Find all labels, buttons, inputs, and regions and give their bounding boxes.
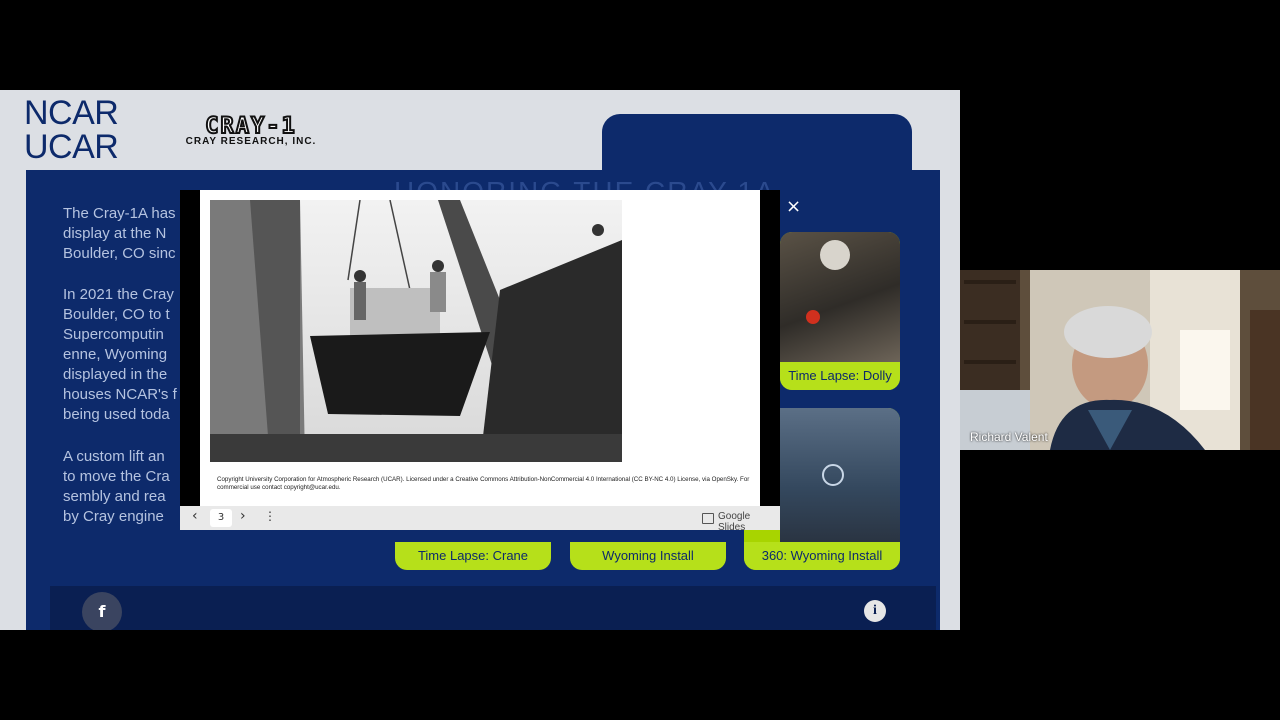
thumbnail-dolly[interactable]: Time Lapse: Dolly — [780, 232, 900, 390]
previous-slide-button[interactable]: ‹ — [192, 508, 198, 524]
slides-menu-button[interactable]: ⋮ — [264, 509, 276, 523]
cray-logo: CRAY-1 CRAY RESEARCH, INC. — [168, 114, 334, 148]
close-lightbox-button[interactable]: × — [786, 196, 801, 217]
logo-line-ncar: NCAR — [24, 94, 119, 132]
cray-logo-subtitle: CRAY RESEARCH, INC. — [185, 136, 317, 147]
facebook-icon[interactable]: f — [82, 592, 122, 630]
photo-copyright-caption: Copyright University Corporation for Atm… — [217, 476, 750, 491]
wyoming-360-photo — [780, 408, 900, 542]
google-slides-icon — [702, 513, 714, 524]
logo-line-ucar: UCAR — [24, 128, 119, 166]
thumbnail-caption: 360: Wyoming Install — [744, 542, 900, 570]
slide-footer-bar — [50, 586, 936, 630]
ncar-ucar-logo: NCAR UCAR — [24, 94, 119, 166]
thumbnail-caption: Wyoming Install — [570, 542, 726, 570]
embedded-slide: Copyright University Corporation for Atm… — [200, 190, 760, 506]
webcam-feed — [960, 270, 1280, 450]
cray-lift-photo — [210, 200, 622, 462]
next-slide-button[interactable]: › — [240, 508, 246, 524]
shared-screen: NCAR UCAR CRAY-1 CRAY RESEARCH, INC. HON… — [0, 90, 960, 630]
dolly-photo — [780, 232, 900, 362]
slides-control-bar: ‹ 3 › ⋮ Google Slides — [180, 506, 780, 533]
cray-logo-text: CRAY-1 — [204, 114, 297, 139]
thumbnail-caption: Time Lapse: Crane — [395, 542, 551, 570]
info-icon[interactable]: i — [864, 600, 886, 622]
participant-name-label: Richard Valent — [970, 430, 1048, 444]
slide-number-field[interactable]: 3 — [210, 509, 232, 527]
thumbnail-caption: Time Lapse: Dolly — [780, 362, 900, 390]
google-slides-link[interactable]: Google Slides — [718, 511, 780, 533]
participant-video-tile — [960, 270, 1280, 450]
